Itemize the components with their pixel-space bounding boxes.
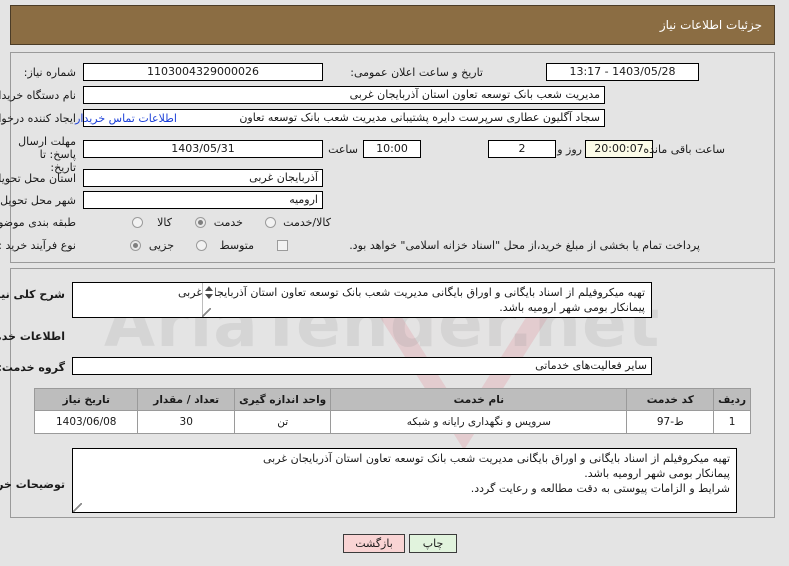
city-field: ارومیه bbox=[84, 191, 324, 209]
col-quantity: تعداد / مقدار bbox=[138, 388, 236, 411]
buyer-org-field: مدیریت شعب بانک توسعه تعاون استان آذربای… bbox=[84, 86, 606, 104]
scroll-up-icon[interactable] bbox=[206, 286, 214, 291]
radio-process-motavaset-label: متوسط bbox=[220, 239, 255, 252]
deadline-label: مهلت ارسال پاسخ: تا تاریخ: bbox=[19, 135, 77, 174]
buyer-notes-resize-grip[interactable] bbox=[74, 503, 83, 512]
services-table: ردیف کد خدمت نام خدمت واحد اندازه گیری ت… bbox=[34, 388, 752, 434]
cell-row-number: 1 bbox=[714, 410, 752, 434]
service-group-field: سایر فعالیت‌های خدماتی bbox=[73, 357, 653, 375]
radio-process-jozei-label: جزیی bbox=[149, 239, 175, 252]
public-announce-field: 1403/05/28 - 13:17 bbox=[547, 63, 700, 81]
radio-subject-kala[interactable] bbox=[133, 217, 144, 228]
col-service-name: نام خدمت bbox=[331, 388, 629, 411]
table-row: 1 ط-97 سرویس و نگهداری رایانه و شبکه تن … bbox=[34, 410, 752, 434]
need-summary-label: شرح کلی نیاز: bbox=[0, 288, 66, 301]
city-label: شهر محل تحویل: bbox=[0, 194, 77, 207]
col-unit: واحد اندازه گیری bbox=[234, 388, 333, 411]
col-service-code: کد خدمت bbox=[627, 388, 716, 411]
page-header-bar: جزئیات اطلاعات نیاز bbox=[11, 5, 776, 45]
radio-subject-kala-label: کالا bbox=[158, 216, 173, 229]
col-need-date: تاریخ نیاز bbox=[34, 388, 140, 411]
cell-service-name: سرویس و نگهداری رایانه و شبکه bbox=[331, 410, 629, 434]
process-type-label: نوع فرآیند خرید : bbox=[0, 239, 77, 252]
public-announce-label: تاریخ و ساعت اعلان عمومی: bbox=[351, 66, 484, 79]
buyer-notes-line-2: پیمانکار بومی شهر ارومیه باشد. bbox=[585, 467, 731, 480]
buyer-org-label: نام دستگاه خریدار: bbox=[0, 89, 77, 102]
cell-unit: تن bbox=[234, 410, 333, 434]
services-section-title: اطلاعات خدمات مورد نیاز bbox=[0, 330, 66, 343]
deadline-hour-label: ساعت bbox=[329, 143, 359, 156]
treasury-bond-note: پرداخت تمام یا بخشی از مبلغ خرید،از محل … bbox=[350, 239, 701, 252]
table-header-row: ردیف کد خدمت نام خدمت واحد اندازه گیری ت… bbox=[34, 388, 752, 411]
buyer-notes-label: توضیحات خریدار: bbox=[0, 478, 66, 491]
subject-class-label: طبقه بندی موضوعی: bbox=[0, 216, 77, 229]
buyer-contact-link[interactable]: اطلاعات تماس خریدار bbox=[76, 112, 178, 125]
buyer-notes-line-3: شرایط و الزامات پیوستی به دقت مطالعه و ر… bbox=[471, 482, 731, 495]
radio-subject-khadamat[interactable] bbox=[196, 217, 207, 228]
scroll-down-icon[interactable] bbox=[206, 294, 214, 299]
need-summary-resize-grip[interactable] bbox=[203, 308, 212, 317]
need-summary-line-1: تهیه میکروفیلم از اسناد بایگانی و اوراق … bbox=[179, 286, 646, 299]
need-number-field: 1103004329000026 bbox=[84, 63, 324, 81]
cell-need-date: 1403/06/08 bbox=[34, 410, 140, 434]
radio-subject-kala-khadamat[interactable] bbox=[266, 217, 277, 228]
need-summary-line-2: پیمانکار بومی شهر ارومیه باشد. bbox=[500, 301, 646, 314]
province-field: آذربایجان غربی bbox=[84, 169, 324, 187]
requester-label: ایجاد کننده درخواست: bbox=[0, 112, 77, 125]
deadline-days-field: 2 bbox=[489, 140, 557, 158]
page-title: جزئیات اطلاعات نیاز bbox=[660, 18, 763, 32]
buyer-notes-textarea[interactable]: تهیه میکروفیلم از اسناد بایگانی و اوراق … bbox=[73, 448, 738, 513]
back-button[interactable]: بازگشت bbox=[344, 534, 406, 553]
cell-service-code: ط-97 bbox=[627, 410, 716, 434]
service-group-label: گروه خدمت: bbox=[0, 361, 66, 374]
radio-subject-kala-khadamat-label: کالا/خدمت bbox=[284, 216, 332, 229]
deadline-remaining-label: ساعت باقی مانده bbox=[644, 143, 726, 156]
radio-process-jozei[interactable] bbox=[131, 240, 142, 251]
deadline-date-field: 1403/05/31 bbox=[84, 140, 324, 158]
radio-subject-khadamat-label: خدمت bbox=[214, 216, 244, 229]
radio-process-motavaset[interactable] bbox=[197, 240, 208, 251]
deadline-hour-field: 10:00 bbox=[364, 140, 422, 158]
deadline-days-label: روز و bbox=[558, 143, 583, 156]
treasury-bond-checkbox[interactable] bbox=[278, 240, 289, 251]
print-button[interactable]: چاپ bbox=[410, 534, 458, 553]
need-number-label: شماره نیاز: bbox=[24, 66, 77, 79]
col-row-number: ردیف bbox=[714, 388, 752, 411]
need-summary-textarea[interactable]: تهیه میکروفیلم از اسناد بایگانی و اوراق … bbox=[73, 282, 653, 318]
buyer-notes-line-1: تهیه میکروفیلم از اسناد بایگانی و اوراق … bbox=[264, 452, 731, 465]
cell-quantity: 30 bbox=[138, 410, 236, 434]
province-label: استان محل تحویل: bbox=[0, 172, 77, 185]
